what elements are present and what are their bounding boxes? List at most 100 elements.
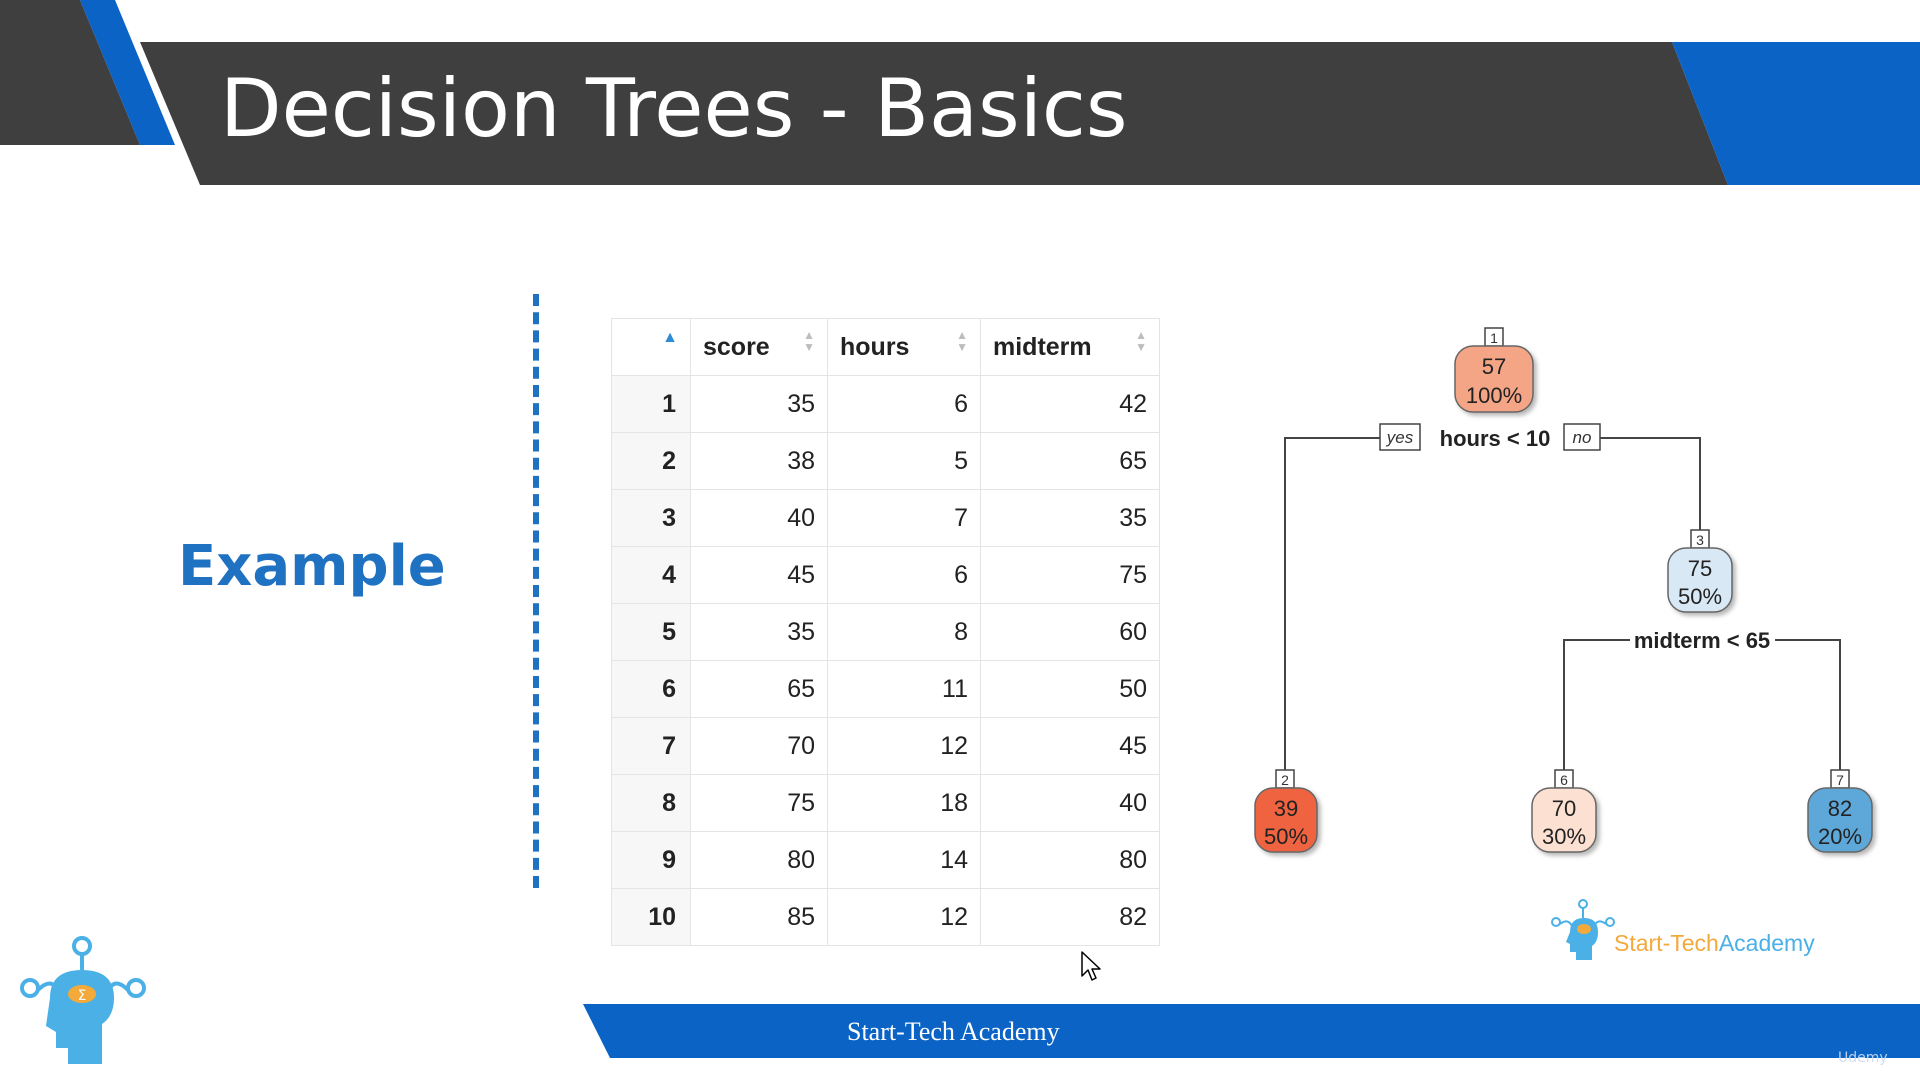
node-id: 1 (1490, 330, 1498, 346)
tree-node-1: 1 57 100% (1454, 327, 1534, 413)
academy-logo-icon (1551, 899, 1615, 960)
split-label-midterm: midterm < 65 (1634, 628, 1770, 653)
node-percent: 50% (1264, 824, 1308, 849)
sort-icon[interactable]: ▲ ▼ (1135, 329, 1147, 353)
edge-node3-left (1563, 639, 1630, 770)
row-index: 2 (611, 432, 691, 490)
node-id: 2 (1281, 772, 1289, 788)
split-midterm: midterm < 65 (1630, 628, 1775, 654)
decision-tree: yes hours < 10 no midterm < 65 1 57 100%… (1254, 327, 1873, 853)
row-index: 10 (611, 888, 691, 946)
cell-hours: 11 (827, 660, 981, 718)
row-index: 4 (611, 546, 691, 604)
node-percent: 100% (1466, 383, 1522, 408)
table-row: 9 80 14 80 (611, 831, 1160, 889)
sort-icon[interactable]: ▲ ▼ (803, 329, 815, 353)
row-index: 5 (611, 603, 691, 661)
cell-midterm: 50 (980, 660, 1160, 718)
node-id: 6 (1560, 772, 1568, 788)
node-percent: 20% (1818, 824, 1862, 849)
cell-hours: 5 (827, 432, 981, 490)
cell-score: 65 (690, 660, 828, 718)
tree-edges (1284, 437, 1841, 770)
split-hours: yes hours < 10 no (1379, 423, 1601, 451)
node-percent: 30% (1542, 824, 1586, 849)
table-row: 6 65 11 50 (611, 660, 1160, 718)
column-header-hours[interactable]: hours ▲ ▼ (827, 318, 981, 376)
footer-blue-bar (583, 1004, 1920, 1058)
example-label: Example (178, 534, 446, 599)
node-id: 3 (1696, 532, 1704, 548)
cell-midterm: 82 (980, 888, 1160, 946)
cell-midterm: 65 (980, 432, 1160, 490)
node-value: 70 (1552, 796, 1576, 821)
tree-node-2: 2 39 50% (1254, 769, 1318, 853)
row-index: 3 (611, 489, 691, 547)
cell-score: 35 (690, 603, 828, 661)
edge-root-right (1600, 437, 1701, 530)
slide-title: Decision Trees - Basics (220, 62, 1128, 155)
cell-hours: 12 (827, 717, 981, 775)
cell-score: 80 (690, 831, 828, 889)
cell-midterm: 80 (980, 831, 1160, 889)
cell-midterm: 40 (980, 774, 1160, 832)
row-index: 1 (611, 375, 691, 433)
cell-score: 38 (690, 432, 828, 490)
cell-hours: 7 (827, 489, 981, 547)
cell-hours: 6 (827, 375, 981, 433)
svg-text:Σ: Σ (78, 988, 87, 1004)
split-label-hours: hours < 10 (1440, 426, 1551, 451)
dashed-divider (533, 294, 539, 888)
row-index: 9 (611, 831, 691, 889)
cell-midterm: 35 (980, 489, 1160, 547)
cell-score: 35 (690, 375, 828, 433)
cell-midterm: 75 (980, 546, 1160, 604)
footer-text: Start-Tech Academy (847, 1017, 1060, 1046)
table-row: 4 45 6 75 (611, 546, 1160, 604)
edge-root-left (1284, 437, 1380, 770)
node-percent: 50% (1678, 584, 1722, 609)
node-value: 75 (1688, 556, 1712, 581)
table-row: 1 35 6 42 (611, 375, 1160, 433)
cell-midterm: 42 (980, 375, 1160, 433)
row-index: 6 (611, 660, 691, 718)
cell-hours: 8 (827, 603, 981, 661)
tree-node-7: 7 82 20% (1807, 769, 1873, 853)
table-header-row: ▲ score ▲ ▼ hours ▲ ▼ midterm ▲ ▼ (611, 318, 1160, 376)
brain-head-logo-icon: Σ (20, 936, 146, 1064)
node-value: 82 (1828, 796, 1852, 821)
cell-hours: 12 (827, 888, 981, 946)
mouse-cursor-icon (1081, 951, 1101, 981)
node-id: 7 (1836, 772, 1844, 788)
academy-logo-text: Start-TechAcademy (1614, 930, 1815, 956)
no-label: no (1573, 428, 1592, 447)
node-value: 57 (1482, 354, 1506, 379)
yes-label: yes (1386, 428, 1414, 447)
node-value: 39 (1274, 796, 1298, 821)
cell-hours: 14 (827, 831, 981, 889)
column-header-midterm[interactable]: midterm ▲ ▼ (980, 318, 1160, 376)
edge-node3-right (1775, 639, 1841, 770)
table-row: 3 40 7 35 (611, 489, 1160, 547)
table-row: 8 75 18 40 (611, 774, 1160, 832)
cell-score: 45 (690, 546, 828, 604)
column-header-score[interactable]: score ▲ ▼ (690, 318, 828, 376)
index-column-header[interactable]: ▲ (611, 318, 691, 376)
table-row: 7 70 12 45 (611, 717, 1160, 775)
tree-node-3: 3 75 50% (1667, 529, 1733, 613)
table-row: 2 38 5 65 (611, 432, 1160, 490)
cell-score: 40 (690, 489, 828, 547)
sort-ascending-icon[interactable]: ▲ (662, 329, 678, 347)
cell-score: 75 (690, 774, 828, 832)
watermark: Udemy (1838, 1050, 1888, 1066)
row-index: 8 (611, 774, 691, 832)
cell-hours: 18 (827, 774, 981, 832)
table-row: 5 35 8 60 (611, 603, 1160, 661)
row-index: 7 (611, 717, 691, 775)
cell-score: 85 (690, 888, 828, 946)
cell-midterm: 60 (980, 603, 1160, 661)
cell-midterm: 45 (980, 717, 1160, 775)
sort-icon[interactable]: ▲ ▼ (956, 329, 968, 353)
cell-score: 70 (690, 717, 828, 775)
table-row: 10 85 12 82 (611, 888, 1160, 946)
